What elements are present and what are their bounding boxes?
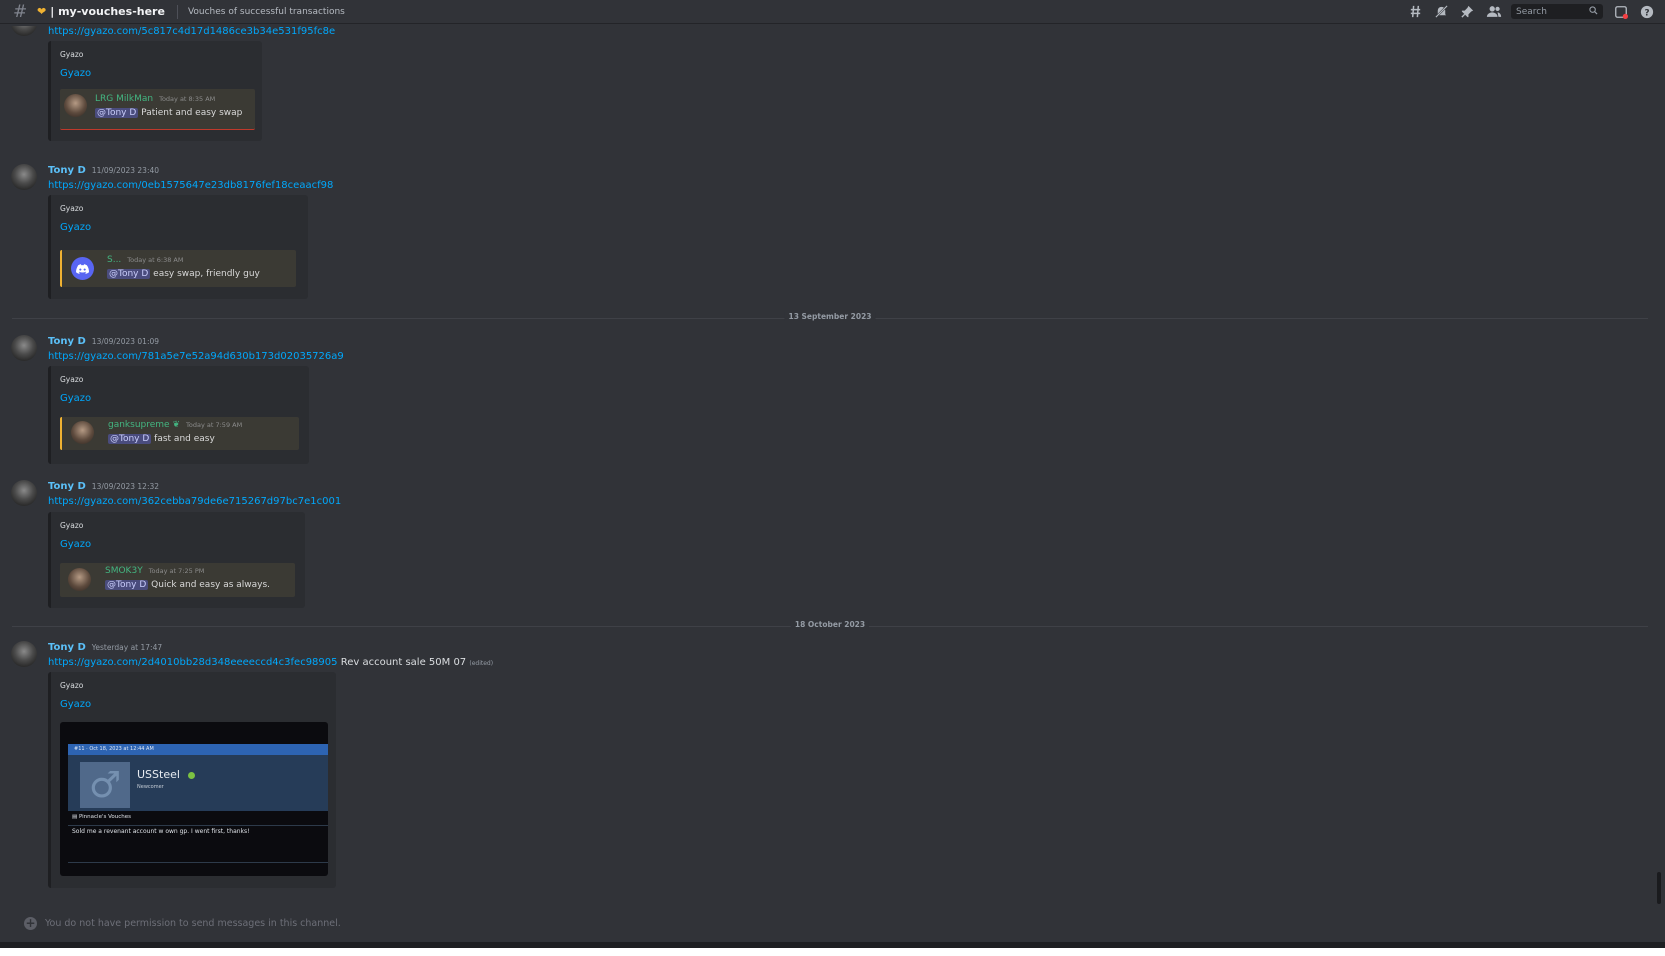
quote-text: @Tony D fast and easy [108, 434, 215, 444]
quote-text: @Tony D Quick and easy as always. [105, 580, 271, 590]
date-divider: 13 September 2023 [12, 312, 1648, 324]
search-input[interactable]: Search [1511, 4, 1603, 19]
channel-topic[interactable]: Vouches of successful transactions [188, 7, 345, 17]
embed-provider: Gyazo [60, 204, 84, 213]
quote-username: S... Today at 6:38 AM [107, 255, 184, 265]
quote-text: @Tony D Patient and easy swap [95, 108, 243, 118]
avatar[interactable] [11, 164, 37, 190]
image-role: Newcomer [137, 784, 164, 790]
image-header: #11 · Oct 18, 2023 at 12:44 AM [68, 744, 328, 755]
add-attachment-icon: + [24, 916, 37, 930]
heart-icon: ❤ [37, 5, 47, 18]
inbox-icon[interactable] [1612, 3, 1629, 20]
embed: Gyazo Gyazo LRG MilkMan Today at 8:35 AM … [48, 41, 262, 141]
embed-title[interactable]: Gyazo [60, 68, 91, 79]
embed-image[interactable]: ganksupreme ❦ Today at 7:59 AM @Tony D fa… [60, 417, 299, 450]
channel-name: | my-vouches-here [50, 5, 165, 18]
window-edge [0, 948, 1665, 956]
message-content: https://gyazo.com/2d4010bb28d348eeeeccd4… [48, 657, 493, 668]
composer-placeholder: You do not have permission to send messa… [45, 917, 341, 929]
embed-image[interactable]: S... Today at 6:38 AM @Tony D easy swap, … [60, 250, 296, 287]
message-link[interactable]: https://gyazo.com/781a5e7e52a94d630b173d… [48, 351, 344, 362]
image-username: USSteel [137, 768, 195, 781]
pin-icon[interactable] [1459, 3, 1476, 20]
embed-title[interactable]: Gyazo [60, 539, 91, 550]
date-divider: 18 October 2023 [12, 620, 1648, 632]
image-section-title: ▤ Pinnacle's Vouches [72, 814, 132, 820]
embed-provider: Gyazo [60, 521, 84, 530]
discord-logo-icon [71, 257, 94, 280]
message-header: Tony D Yesterday at 17:47 [48, 642, 162, 653]
threads-icon[interactable] [1407, 3, 1424, 20]
mention: @Tony D [105, 580, 149, 590]
embed-title[interactable]: Gyazo [60, 699, 91, 710]
message-text: Rev account sale 50M 07 [340, 657, 467, 668]
embed: Gyazo Gyazo ganksupreme ❦ Today at 7:59 A… [48, 366, 309, 464]
author-name[interactable]: Tony D [48, 481, 86, 492]
quote-text: @Tony D easy swap, friendly guy [107, 269, 260, 279]
author-name[interactable]: Tony D [48, 336, 86, 347]
online-status-icon [187, 771, 195, 779]
timestamp: 13/09/2023 01:09 [91, 337, 160, 346]
embed-image[interactable]: LRG MilkMan Today at 8:35 AM @Tony D Pati… [60, 89, 255, 130]
quote-username: ganksupreme ❦ Today at 7:59 AM [108, 420, 243, 430]
embed-provider: Gyazo [60, 50, 84, 59]
search-icon [1589, 5, 1598, 18]
help-icon[interactable]: ? [1638, 3, 1655, 20]
embed-image[interactable]: SMOK3Y Today at 7:25 PM @Tony D Quick and… [60, 563, 295, 597]
message-link[interactable]: https://gyazo.com/0eb1575647e23db8176fef… [48, 180, 333, 191]
svg-text:?: ? [1644, 8, 1649, 18]
edited-label: (edited) [469, 660, 494, 667]
avatar [71, 421, 94, 444]
channel-header: # ❤ | my-vouches-here Vouches of success… [0, 0, 1665, 24]
avatar[interactable] [11, 335, 37, 361]
embed-provider: Gyazo [60, 681, 84, 690]
embed-provider: Gyazo [60, 375, 84, 384]
hashtag-icon: # [13, 1, 28, 22]
embed: Gyazo Gyazo #11 · Oct 18, 2023 at 12:44 … [48, 672, 336, 888]
male-symbol-icon: ♂ [80, 762, 130, 808]
mention: @Tony D [95, 108, 139, 118]
message-header: Tony D 11/09/2023 23:40 [48, 165, 159, 176]
timestamp: 13/09/2023 12:32 [91, 482, 160, 491]
message-composer: + You do not have permission to send mes… [12, 907, 1648, 939]
quote-username: LRG MilkMan Today at 8:35 AM [95, 94, 216, 104]
image-profile-panel: ♂ USSteel Newcomer [68, 755, 328, 811]
mention: @Tony D [107, 269, 151, 279]
author-name[interactable]: Tony D [48, 165, 86, 176]
message-link[interactable]: https://gyazo.com/362cebba79de6e715267d9… [48, 496, 341, 507]
message-link[interactable]: https://gyazo.com/2d4010bb28d348eeeeccd4… [48, 657, 338, 668]
members-icon[interactable] [1485, 3, 1502, 20]
embed-title[interactable]: Gyazo [60, 222, 91, 233]
message-header: Tony D 13/09/2023 01:09 [48, 336, 159, 347]
embed: Gyazo Gyazo SMOK3Y Today at 7:25 PM @Tony… [48, 512, 305, 608]
message-header: Tony D 13/09/2023 12:32 [48, 481, 159, 492]
message-link[interactable]: https://gyazo.com/5c817c4d17d1486ce3b34e… [48, 26, 335, 37]
mention: @Tony D [108, 434, 152, 444]
leaf-icon: ❦ [172, 420, 181, 430]
avatar[interactable] [11, 480, 37, 506]
notification-muted-icon[interactable] [1433, 3, 1450, 20]
image-text: Sold me a revenant account w own gp. I w… [72, 828, 250, 835]
avatar [64, 94, 87, 117]
quote-username: SMOK3Y Today at 7:25 PM [105, 566, 205, 576]
timestamp: 11/09/2023 23:40 [91, 166, 160, 175]
header-toolbar: Search ? [1407, 3, 1655, 20]
document-icon: ▤ [72, 814, 78, 820]
embed-image[interactable]: #11 · Oct 18, 2023 at 12:44 AM ♂ USSteel… [60, 722, 328, 876]
timestamp: Yesterday at 17:47 [91, 643, 163, 652]
embed: Gyazo Gyazo S... Today at 6:38 AM @Tony D… [48, 195, 308, 299]
avatar[interactable] [11, 641, 37, 667]
author-name[interactable]: Tony D [48, 642, 86, 653]
embed-title[interactable]: Gyazo [60, 393, 91, 404]
header-divider [176, 4, 178, 19]
avatar [68, 568, 91, 591]
scrollbar-thumb[interactable] [1657, 872, 1661, 904]
